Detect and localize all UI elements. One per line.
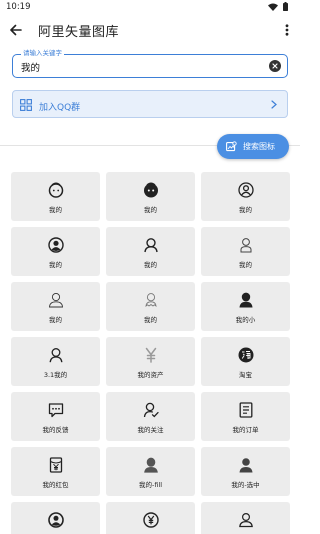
icon-card[interactable]: 我的关注 (106, 392, 195, 441)
circle-user-icon (237, 181, 254, 199)
red-packet-icon (48, 456, 64, 474)
wifi-icon (268, 3, 278, 11)
user-outline-small-icon (238, 511, 254, 529)
icon-label: 我的 (144, 316, 157, 324)
icon-label: 我的资产 (137, 371, 164, 379)
user-light-icon (238, 236, 254, 254)
arrow-left-icon (10, 24, 22, 36)
icon-label: 我的 (144, 206, 157, 214)
icon-label: 我的红包 (42, 481, 69, 489)
icon-card[interactable] (11, 502, 100, 534)
search-label: 请输入关键字 (21, 49, 64, 58)
chat-bubble-icon (48, 401, 64, 419)
user-filled-icon (238, 291, 254, 309)
icon-label: 3.1我的 (43, 371, 68, 379)
app-bar: 阿里矢量图库 (0, 14, 300, 44)
icon-card[interactable]: 我的资产 (106, 337, 195, 386)
chevron-right-icon (271, 100, 277, 109)
icon-label: 我的-选中 (231, 481, 260, 489)
filled-circle-user-icon (47, 236, 64, 254)
icon-card[interactable]: 我的-选中 (201, 447, 290, 496)
ghost-user-icon (143, 291, 159, 309)
status-time: 10:19 (6, 2, 31, 12)
taobao-icon (238, 346, 254, 364)
icon-label: 我的 (49, 316, 62, 324)
join-qq-group-card[interactable]: 加入QQ群 (12, 90, 288, 118)
search-icons-label: 搜索图标 (243, 142, 275, 151)
icon-card[interactable]: 我的反馈 (11, 392, 100, 441)
icon-label: 我的关注 (137, 426, 164, 434)
icon-card[interactable]: 我的 (106, 172, 195, 221)
page-title: 阿里矢量图库 (38, 25, 120, 40)
icon-label: 淘宝 (239, 371, 252, 379)
icon-card[interactable]: 我的订单 (201, 392, 290, 441)
user-thin-icon (48, 291, 64, 309)
clear-search-button[interactable] (269, 59, 281, 72)
icon-card[interactable]: 淘宝 (201, 337, 290, 386)
status-bar: 10:19 (0, 0, 300, 14)
icon-card[interactable]: 我的 (201, 227, 290, 276)
icon-card[interactable]: 我的 (106, 282, 195, 331)
icon-label: 我的-fill (138, 481, 163, 489)
icon-card[interactable]: 我的-fill (106, 447, 195, 496)
icon-label: 我的 (239, 261, 252, 269)
icon-card[interactable]: 我的 (11, 282, 100, 331)
icon-card[interactable] (106, 502, 195, 534)
order-list-icon (238, 401, 254, 419)
grid-apps-icon (20, 99, 32, 111)
user-check-icon (143, 401, 159, 419)
icon-label: 我的 (49, 261, 62, 269)
circle-user-bold-icon (47, 511, 64, 529)
status-icons (268, 2, 288, 11)
more-vertical-icon (285, 24, 289, 36)
icon-card[interactable]: 我的红包 (11, 447, 100, 496)
icon-card[interactable] (201, 502, 290, 534)
search-input[interactable]: 请输入关键字 我的 (12, 49, 288, 78)
search-value[interactable]: 我的 (21, 60, 40, 74)
icon-label: 我的 (239, 206, 252, 214)
icon-label: 我的订单 (232, 426, 259, 434)
image-search-icon (226, 141, 237, 152)
user-selected-icon (238, 456, 254, 474)
icon-label: 我的 (49, 206, 62, 214)
close-icon (272, 62, 278, 69)
icon-card[interactable]: 我的 (201, 172, 290, 221)
round-face-icon (48, 181, 64, 199)
icon-card[interactable]: 3.1我的 (11, 337, 100, 386)
icon-label: 我的反馈 (42, 426, 69, 434)
icon-card[interactable]: 我的 (11, 172, 100, 221)
search-icons-button[interactable]: 搜索图标 (217, 134, 289, 159)
icon-card[interactable]: 我的小 (201, 282, 290, 331)
user-outline-icon (143, 236, 159, 254)
battery-icon (283, 2, 288, 11)
more-options-button[interactable] (280, 21, 294, 39)
dark-face-icon (143, 181, 159, 199)
back-button[interactable] (6, 20, 26, 40)
user-line-icon (48, 346, 64, 364)
icon-card[interactable]: 我的 (11, 227, 100, 276)
yen-circle-icon (142, 511, 159, 529)
qq-group-label: 加入QQ群 (39, 102, 81, 113)
user-fill-gray-icon (143, 456, 159, 474)
icon-card[interactable]: 我的 (106, 227, 195, 276)
icon-label: 我的 (144, 261, 157, 269)
yen-icon (143, 346, 159, 364)
icon-label: 我的小 (235, 316, 256, 324)
icon-grid: 我的 我的 我的 我的 我的 我的 我的 我的 我的小 3.1我的 我的资产 淘… (11, 172, 290, 534)
